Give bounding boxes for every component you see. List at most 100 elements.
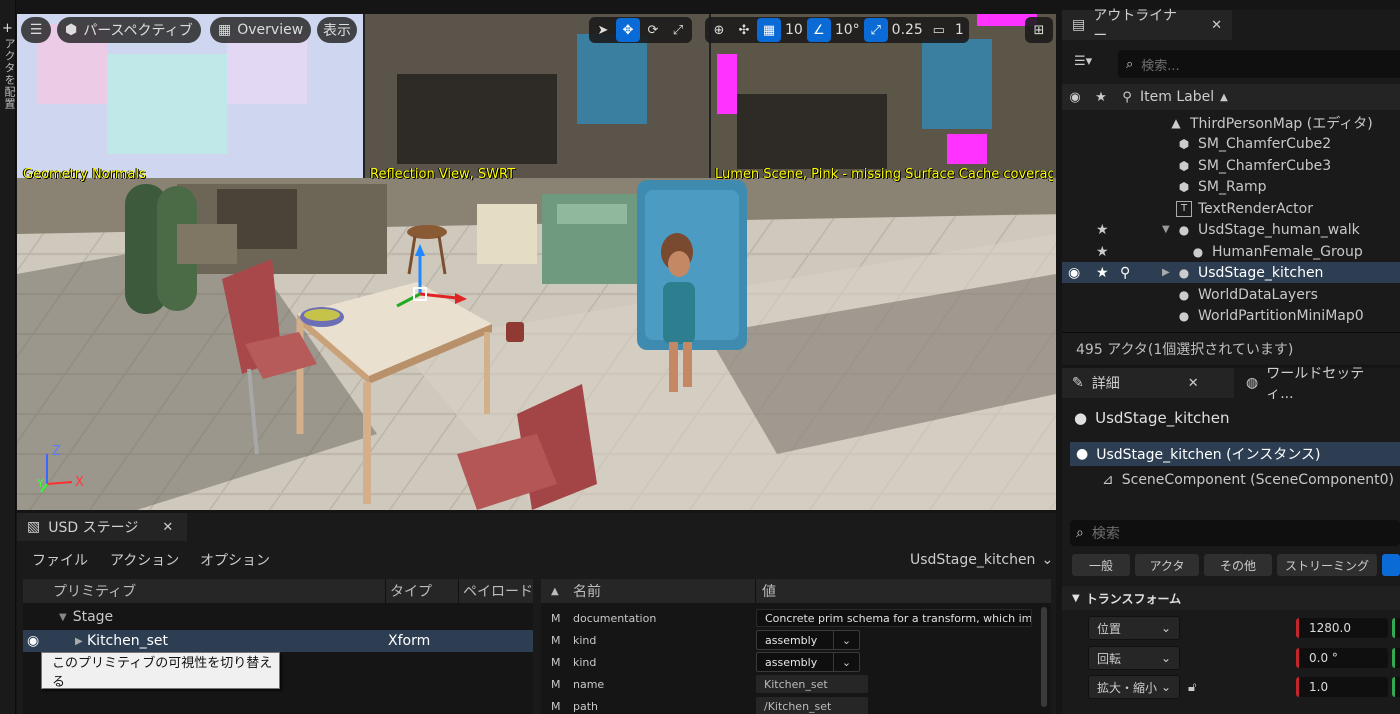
type-column[interactable]: タイプ	[385, 579, 432, 603]
scale-tool-icon[interactable]: ⤢	[666, 18, 690, 42]
outliner-item-chamfercube2[interactable]: ⬢ SM_ChamferCube2	[1062, 133, 1400, 154]
outliner-item-human-walk[interactable]: ★ ▼ ● UsdStage_human_walk	[1062, 219, 1400, 240]
stage-selector-dropdown[interactable]: UsdStage_kitchen ⌄	[910, 547, 1053, 573]
close-icon[interactable]: ✕	[162, 520, 173, 535]
documentation-value-field[interactable]: Concrete prim schema for a transform, wh…	[756, 609, 1032, 627]
plus-icon[interactable]: +	[2, 22, 13, 35]
instance-component-row[interactable]: ● UsdStage_kitchen (インスタンス)	[1070, 442, 1400, 466]
sort-ascending-icon[interactable]: ▲	[551, 586, 559, 597]
rotation-dropdown[interactable]: 回転 ⌄	[1088, 646, 1180, 670]
location-x-field[interactable]: 1280.0	[1296, 618, 1388, 638]
outliner-item-ramp[interactable]: ⬢ SM_Ramp	[1062, 176, 1400, 197]
scale-snap-value[interactable]: 0.25	[889, 22, 926, 38]
star-icon[interactable]: ★	[1096, 244, 1109, 260]
filter-icon[interactable]: ☰▾	[1074, 54, 1092, 69]
name-value: Kitchen_set	[756, 675, 868, 693]
attribute-row-name[interactable]: M name Kitchen_set	[541, 673, 1041, 695]
lumen-scene-label: Lumen Scene, Pink - missing Surface Cach…	[715, 167, 1053, 182]
scale-snap-icon[interactable]: ⤢	[863, 18, 888, 42]
menu-file[interactable]: ファイル	[32, 547, 88, 573]
outliner-item-textrender[interactable]: T TextRenderActor	[1062, 198, 1400, 219]
outliner-item-worlddatalayers[interactable]: ● WorldDataLayers	[1062, 284, 1400, 305]
level-viewport[interactable]: Geometry Normals Reflection View, SWRT L…	[17, 14, 1056, 510]
expand-arrow-icon[interactable]: ▶	[75, 636, 83, 647]
details-search-input[interactable]: ⌕ 検索	[1070, 520, 1400, 546]
place-actors-strip[interactable]: + アクタを配置	[0, 0, 16, 714]
rotation-x-field[interactable]: 0.0 °	[1296, 648, 1388, 668]
world-space-icon[interactable]: ⊕	[707, 18, 731, 42]
star-icon[interactable]: ★	[1096, 222, 1109, 238]
kind-combo[interactable]: assembly ⌄	[756, 630, 860, 650]
grid-snap-value[interactable]: 10	[782, 22, 806, 38]
visibility-eye-icon[interactable]: ◉	[1068, 265, 1080, 281]
outliner-tab[interactable]: ▤ アウトライナー ✕	[1062, 8, 1232, 44]
outliner-item-minimap[interactable]: ● WorldPartitionMiniMap0	[1062, 305, 1400, 326]
attribute-row-documentation[interactable]: M documentation Concrete prim schema for…	[541, 607, 1041, 629]
rotation-y-field[interactable]	[1392, 648, 1400, 668]
item-label-column[interactable]: Item Label	[1140, 89, 1214, 105]
move-tool-icon[interactable]: ✥	[616, 18, 640, 42]
visibility-eye-icon[interactable]: ◉	[1062, 90, 1088, 105]
world-settings-tab[interactable]: ◍ ワールドセッティ...	[1236, 366, 1400, 402]
camera-speed-value[interactable]: 1	[952, 22, 967, 38]
menu-actions[interactable]: アクション	[110, 547, 179, 573]
usd-stage-panel: ▧ USD ステージ ✕ ファイル アクション オプション UsdStage_k…	[17, 513, 1056, 714]
attribute-row-kind[interactable]: M kind assembly ⌄	[541, 629, 1041, 651]
camera-speed-icon[interactable]: ▭	[927, 18, 951, 42]
transform-section-header[interactable]: ▼ トランスフォーム	[1062, 586, 1400, 610]
usd-stage-tab-label: USD ステージ	[48, 520, 139, 536]
surface-snap-icon[interactable]: ✣	[732, 18, 756, 42]
category-actor-button[interactable]: アクタ	[1135, 554, 1199, 576]
menu-options[interactable]: オプション	[200, 547, 270, 573]
grid-snap-icon[interactable]: ▦	[757, 18, 781, 42]
rotate-tool-icon[interactable]: ⟳	[641, 18, 665, 42]
viewport-menu-button[interactable]: ☰	[21, 17, 51, 43]
scale-y-field[interactable]	[1392, 677, 1400, 697]
outliner-item-chamfercube3[interactable]: ⬢ SM_ChamferCube3	[1062, 155, 1400, 176]
close-icon[interactable]: ✕	[1188, 376, 1199, 391]
collapse-arrow-icon: ▼	[59, 611, 67, 623]
scale-x-field[interactable]: 1.0	[1296, 677, 1388, 697]
location-y-field[interactable]	[1392, 618, 1400, 638]
category-general-button[interactable]: 一般	[1072, 554, 1130, 576]
name-column[interactable]: 名前	[573, 581, 601, 601]
prim-tree-header: プリミティブ タイプ ペイロード	[23, 579, 533, 603]
details-tab[interactable]: ✎ 詳細 ✕	[1062, 368, 1234, 398]
attribute-row-kind-2[interactable]: M kind assembly ⌄	[541, 651, 1041, 673]
pin-icon[interactable]: ⚲	[1114, 90, 1140, 105]
perspective-button[interactable]: ⬢ パースペクティブ	[57, 17, 201, 43]
attribute-row-path[interactable]: M path /Kitchen_set	[541, 695, 1041, 714]
collapse-arrow-icon[interactable]: ▼	[1162, 224, 1170, 235]
rotation-snap-icon[interactable]: ∠	[806, 18, 831, 42]
outliner-item-kitchen[interactable]: ◉ ★ ⚲ ▶ ● UsdStage_kitchen	[1062, 262, 1400, 283]
visibility-eye-icon[interactable]: ◉	[27, 633, 39, 649]
pin-icon[interactable]: ⚲	[1120, 265, 1130, 281]
expand-arrow-icon[interactable]: ▶	[1162, 267, 1170, 278]
view-mode-button[interactable]: ▦ Overview	[210, 17, 312, 43]
select-tool-icon[interactable]: ➤	[591, 18, 615, 42]
stage-root-row[interactable]: ▼ Stage	[59, 609, 113, 625]
attributes-scrollbar[interactable]	[1041, 607, 1047, 707]
category-misc-button[interactable]: その他	[1204, 554, 1272, 576]
kind-combo-2[interactable]: assembly ⌄	[756, 652, 860, 672]
scale-dropdown[interactable]: 拡大・縮小 ⌄	[1088, 675, 1180, 699]
category-streaming-button[interactable]: ストリーミング	[1277, 554, 1377, 576]
show-button[interactable]: 表示	[317, 17, 357, 43]
category-all-button[interactable]	[1382, 554, 1400, 576]
star-icon[interactable]: ★	[1088, 90, 1114, 105]
rotation-snap-value[interactable]: 10°	[832, 22, 863, 38]
prim-row-kitchen-set[interactable]: ◉ ▶ Kitchen_set Xform	[23, 630, 533, 652]
outliner-item-humanfemale[interactable]: ★ ● HumanFemale_Group	[1062, 241, 1400, 262]
close-icon[interactable]: ✕	[1211, 18, 1222, 33]
outliner-item-map[interactable]: ▲ ThirdPersonMap (エディタ)	[1062, 112, 1400, 133]
scene-component-row[interactable]: ⊿ SceneComponent (SceneComponent0)	[1102, 468, 1394, 492]
value-column[interactable]: 値	[755, 579, 776, 603]
usd-stage-tab[interactable]: ▧ USD ステージ ✕	[17, 513, 187, 541]
outliner-search-input[interactable]: ⌕ 検索...	[1118, 50, 1400, 78]
payload-column[interactable]: ペイロード	[458, 579, 532, 603]
layout-button[interactable]: ⊞	[1025, 17, 1053, 43]
primitive-column[interactable]: プリミティブ	[53, 581, 136, 601]
star-icon[interactable]: ★	[1096, 265, 1109, 281]
location-dropdown[interactable]: 位置 ⌄	[1088, 616, 1180, 640]
lock-icon[interactable]: 🔓︎	[1188, 680, 1196, 695]
